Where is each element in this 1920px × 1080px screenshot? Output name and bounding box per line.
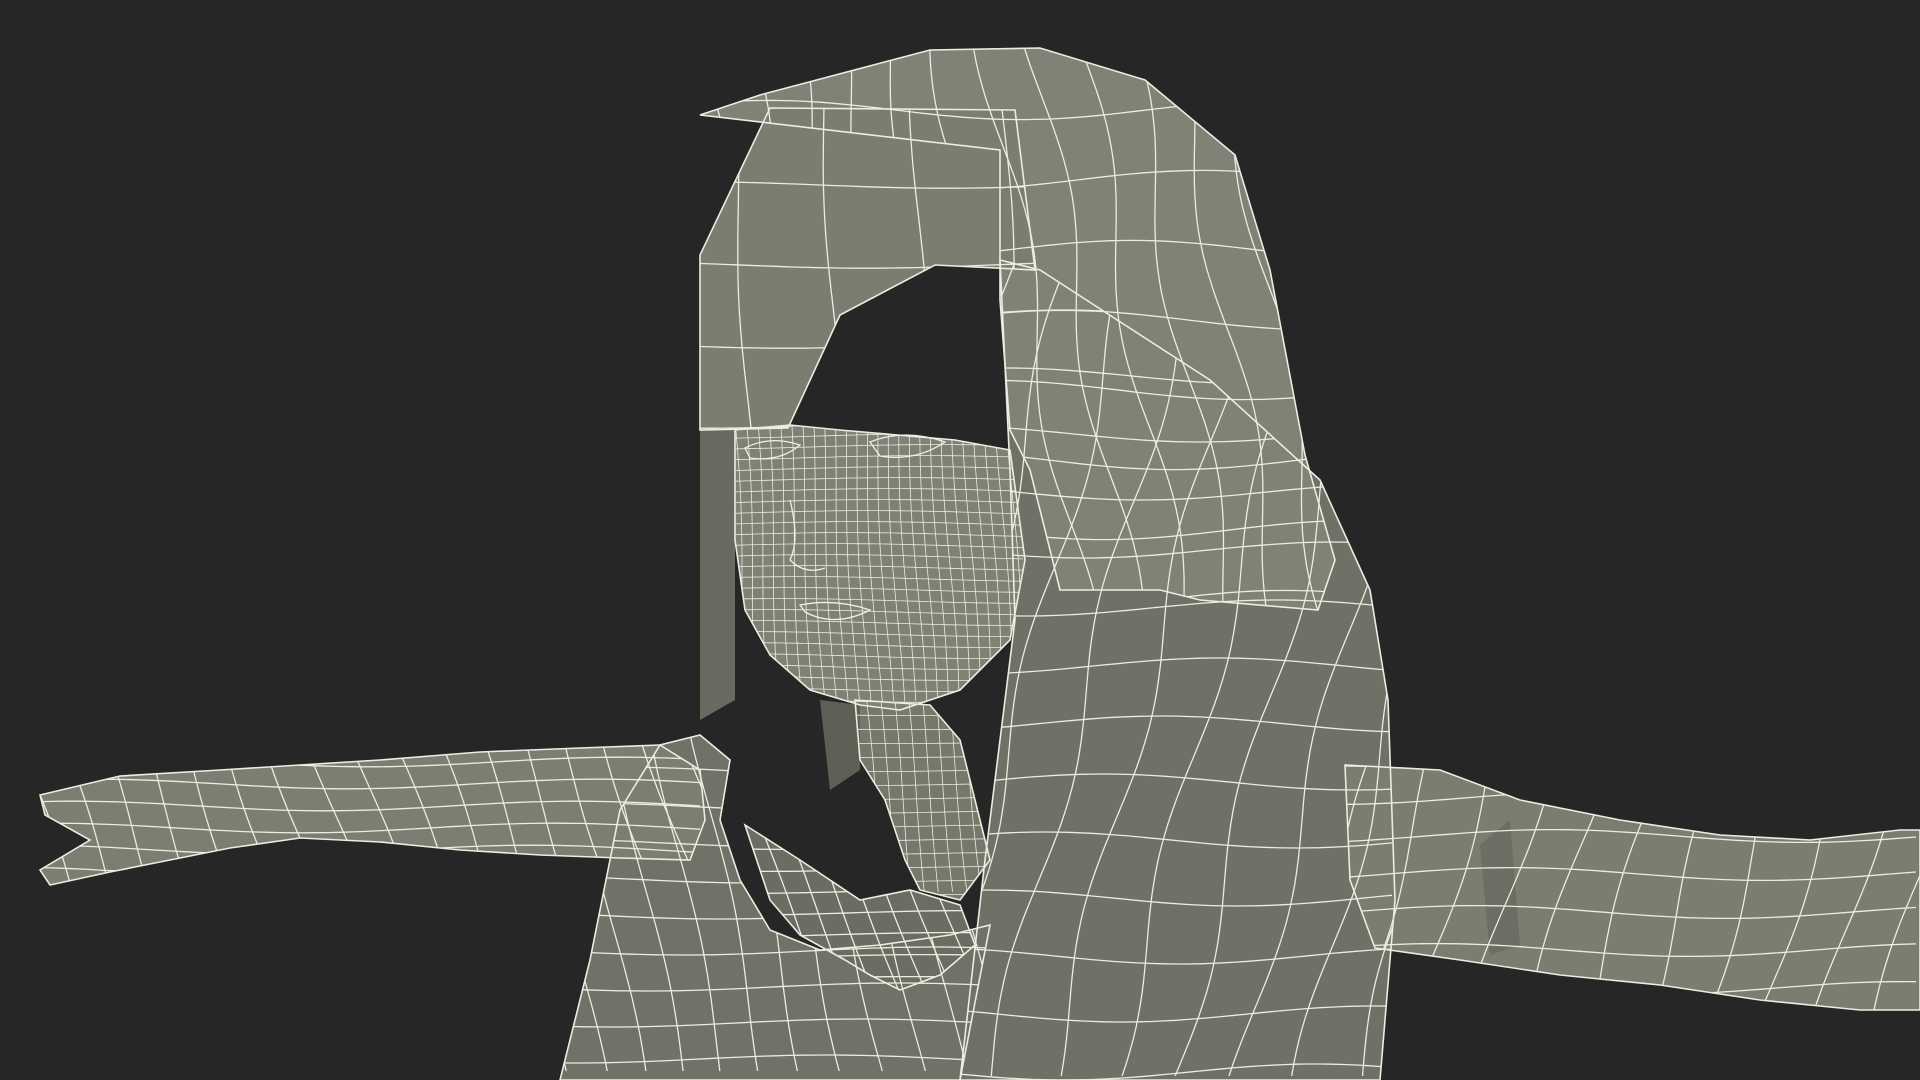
mesh-edge [1905,40,1920,616]
mesh-edge [451,425,463,701]
mesh-edge [1696,40,1818,616]
mesh-edge [632,425,648,701]
mesh-edge [700,48,1335,51]
mesh-edge [125,40,220,616]
mesh-edge [307,40,419,616]
mesh-edge [621,425,637,701]
neck-shadow [820,700,860,790]
mesh-edge [249,260,443,1076]
mesh-edge [1345,765,1917,768]
arm-left-shape [40,745,705,885]
render-viewport [0,0,1920,1080]
mesh-edge [1463,40,1567,616]
mesh-edge [1356,40,1484,616]
mesh-edge [205,40,331,616]
mesh-edge [472,425,486,701]
mesh-edge [0,260,144,1076]
mesh-edge [610,425,627,701]
mesh-edge [577,425,595,701]
mesh-edge [253,40,378,616]
mesh-edge [462,425,475,701]
mesh-edge [57,260,271,1076]
mesh-edge [644,425,659,701]
mesh-edge [1656,40,1762,616]
bangs-shape [700,108,1035,430]
mesh-edge [567,425,585,701]
mesh-edge [678,425,691,701]
neck-shape [855,700,990,900]
mesh-edge [666,425,679,701]
mesh-edge [377,260,584,1076]
mesh-edge [40,745,701,746]
mesh-edge [164,40,277,616]
arm-right-shape [1345,765,1920,1010]
hair-side-shadow [700,430,735,720]
mesh-edge [177,260,378,1076]
mesh-edge [547,40,663,616]
mesh-edge [700,48,717,610]
mesh-edge [504,425,520,701]
mesh-edge [1792,40,1910,616]
mesh-edge [4,260,212,1076]
mesh-edge [493,425,508,701]
mesh-edge [462,105,482,429]
mesh-edge [1520,40,1606,616]
mesh-edge [535,425,553,701]
mesh-edge [1572,40,1652,616]
mesh-edge [377,105,392,429]
mesh-edge [318,260,515,1076]
mesh-edge [365,40,459,616]
mesh-edge [525,425,542,701]
mesh-edge [467,40,550,616]
mesh-edge [1849,40,1920,616]
mesh-edge [737,700,760,892]
mesh-edge [1740,40,1867,616]
mesh-edge [549,105,568,429]
mesh-edge [112,260,322,1076]
mesh-edge [40,866,701,878]
mesh-edge [556,425,574,701]
mesh-edge [1407,40,1527,616]
wireframe-model-render [0,40,1920,1080]
mesh-edge [514,425,531,701]
mesh-edge [599,425,617,701]
mesh-edge [588,425,606,701]
mesh-edge [483,425,497,701]
mesh-edge [1616,40,1704,616]
mesh-edge [0,740,30,884]
mesh-edge [1361,105,1376,429]
mesh-edge [546,425,564,701]
mesh-edge [508,40,606,616]
mesh-edge [419,40,500,616]
mesh-edge [655,425,669,701]
mesh-edge [643,105,656,429]
mesh-edge [689,425,701,701]
